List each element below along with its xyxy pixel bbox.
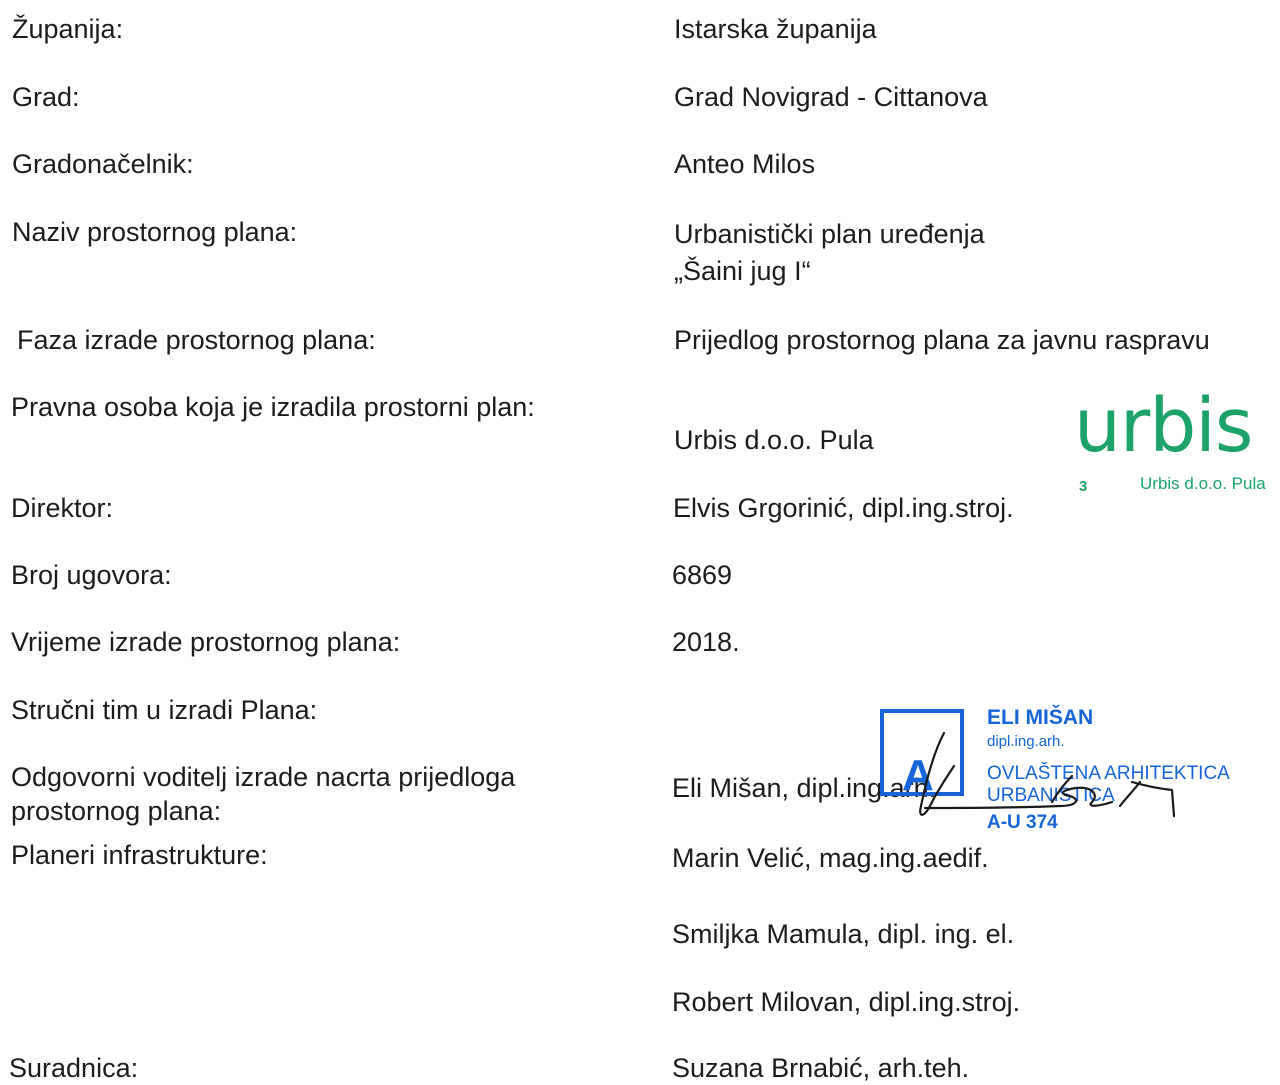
- label-odgovorni-voditelj: Odgovorni voditelj izrade nacrta prijedl…: [11, 762, 516, 792]
- urbis-logo-word: urbis: [1074, 383, 1253, 469]
- value-vrijeme-izrade: 2018.: [672, 627, 740, 657]
- value-zupanija: Istarska županija: [674, 14, 877, 44]
- label-suradnica: Suradnica:: [9, 1053, 139, 1083]
- label-odgovorni-voditelj-cont: prostornog plana:: [11, 796, 222, 826]
- label-broj-ugovora: Broj ugovora:: [11, 560, 172, 590]
- urbis-logo-number: 3: [1079, 478, 1088, 495]
- label-gradonacelnik: Gradonačelnik:: [12, 149, 194, 179]
- stamp-title: dipl.ing.arh.: [987, 733, 1065, 750]
- value-planer-1: Marin Velić, mag.ing.aedif.: [672, 843, 989, 873]
- value-faza-izrade: Prijedlog prostornog plana za javnu rasp…: [674, 325, 1210, 355]
- label-pravna-osoba: Pravna osoba koja je izradila prostorni …: [11, 392, 535, 422]
- stamp-number: A-U 374: [987, 812, 1058, 833]
- stamp-line-urbanistica: URBANISTICA: [987, 785, 1115, 806]
- value-naziv-plana: Urbanistički plan uređenja: [674, 219, 985, 249]
- value-suradnica: Suzana Brnabić, arh.teh.: [672, 1053, 970, 1083]
- stamp-letter: A: [902, 751, 934, 800]
- label-direktor: Direktor:: [11, 493, 114, 523]
- value-grad: Grad Novigrad - Cittanova: [674, 82, 988, 112]
- value-naziv-plana-name: „Šaini jug I“: [674, 256, 811, 286]
- label-naziv-plana: Naziv prostornog plana:: [12, 217, 298, 247]
- value-planer-2: Smiljka Mamula, dipl. ing. el.: [672, 919, 1015, 949]
- label-strucni-tim: Stručni tim u izradi Plana:: [11, 695, 318, 725]
- value-planer-3: Robert Milovan, dipl.ing.stroj.: [672, 987, 1021, 1017]
- stamp-line-ovlastena: OVLAŠTENA ARHITEKTICA: [987, 763, 1230, 784]
- label-vrijeme-izrade: Vrijeme izrade prostornog plana:: [11, 627, 401, 657]
- label-planeri-infrastrukture: Planeri infrastrukture:: [11, 840, 268, 870]
- value-broj-ugovora: 6869: [672, 560, 733, 590]
- urbis-logo-subtitle: Urbis d.o.o. Pula: [1140, 474, 1266, 493]
- value-gradonacelnik: Anteo Milos: [674, 149, 816, 179]
- value-pravna-osoba: Urbis d.o.o. Pula: [674, 425, 874, 455]
- label-faza-izrade: Faza izrade prostornog plana:: [17, 325, 376, 355]
- value-direktor: Elvis Grgorinić, dipl.ing.stroj.: [673, 493, 1014, 523]
- label-zupanija: Županija:: [12, 14, 124, 44]
- stamp-name: ELI MIŠAN: [987, 706, 1094, 729]
- label-grad: Grad:: [12, 82, 80, 112]
